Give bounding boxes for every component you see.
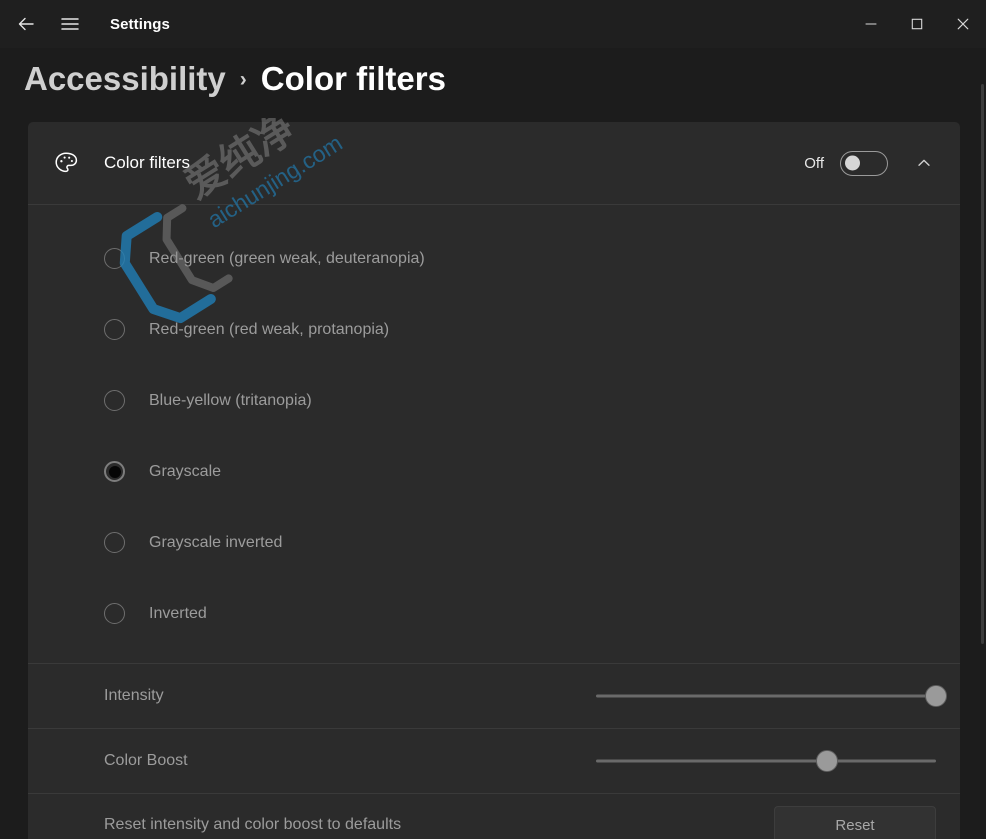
slider-track bbox=[596, 695, 936, 698]
reset-button[interactable]: Reset bbox=[774, 806, 936, 839]
minimize-button[interactable] bbox=[848, 0, 894, 48]
filter-option-label: Red-green (green weak, deuteranopia) bbox=[149, 250, 425, 268]
toggle-knob bbox=[845, 156, 860, 171]
breadcrumb-separator-icon: › bbox=[240, 68, 247, 92]
color-filters-toggle[interactable] bbox=[840, 151, 888, 176]
page-title: Color filters bbox=[261, 60, 446, 98]
filter-option-row[interactable]: Blue-yellow (tritanopia) bbox=[28, 365, 960, 436]
close-button[interactable] bbox=[940, 0, 986, 48]
filter-option-row[interactable]: Grayscale inverted bbox=[28, 507, 960, 578]
filter-option-label: Grayscale inverted bbox=[149, 534, 282, 552]
filter-option-label: Red-green (red weak, protanopia) bbox=[149, 321, 389, 339]
color-filters-header[interactable]: Color filters Off bbox=[28, 122, 960, 204]
radio-button[interactable] bbox=[104, 603, 125, 624]
filter-option-label: Grayscale bbox=[149, 463, 221, 481]
filter-options-list: Red-green (green weak, deuteranopia) Red… bbox=[28, 205, 960, 663]
breadcrumb-parent-link[interactable]: Accessibility bbox=[24, 60, 226, 98]
radio-button[interactable] bbox=[104, 532, 125, 553]
chevron-up-icon[interactable] bbox=[908, 147, 940, 179]
slider-thumb[interactable] bbox=[816, 750, 838, 772]
card-header-controls: Off bbox=[804, 147, 940, 179]
color-filters-card: Color filters Off Red-green (green weak,… bbox=[28, 122, 960, 839]
intensity-row: Intensity bbox=[28, 664, 960, 728]
back-arrow-icon[interactable] bbox=[4, 5, 48, 43]
title-bar: Settings bbox=[0, 0, 986, 48]
radio-button[interactable] bbox=[104, 390, 125, 411]
color-boost-row: Color Boost bbox=[28, 729, 960, 793]
radio-button-selected[interactable] bbox=[104, 461, 125, 482]
color-boost-slider[interactable] bbox=[596, 747, 936, 775]
hamburger-menu-icon[interactable] bbox=[48, 5, 92, 43]
filter-option-label: Inverted bbox=[149, 605, 207, 623]
card-title: Color filters bbox=[104, 153, 190, 173]
intensity-slider[interactable] bbox=[596, 682, 936, 710]
color-boost-label: Color Boost bbox=[104, 752, 188, 770]
maximize-button[interactable] bbox=[894, 0, 940, 48]
filter-option-row[interactable]: Inverted bbox=[28, 578, 960, 649]
window-controls bbox=[848, 0, 986, 48]
slider-track bbox=[596, 760, 936, 763]
page-scrollbar[interactable] bbox=[981, 84, 984, 644]
palette-icon bbox=[50, 147, 82, 179]
radio-button[interactable] bbox=[104, 248, 125, 269]
filter-option-row[interactable]: Grayscale bbox=[28, 436, 960, 507]
intensity-label: Intensity bbox=[104, 687, 164, 705]
reset-row: Reset intensity and color boost to defau… bbox=[28, 794, 960, 839]
filter-option-label: Blue-yellow (tritanopia) bbox=[149, 392, 312, 410]
toggle-state-label: Off bbox=[804, 155, 824, 172]
filter-option-row[interactable]: Red-green (green weak, deuteranopia) bbox=[28, 223, 960, 294]
radio-button[interactable] bbox=[104, 319, 125, 340]
filter-option-row[interactable]: Red-green (red weak, protanopia) bbox=[28, 294, 960, 365]
window-title: Settings bbox=[110, 16, 170, 33]
settings-window: Settings Accessibility › Color fil bbox=[0, 0, 986, 839]
reset-description: Reset intensity and color boost to defau… bbox=[104, 816, 401, 834]
breadcrumb: Accessibility › Color filters bbox=[24, 60, 446, 98]
slider-thumb[interactable] bbox=[925, 685, 947, 707]
